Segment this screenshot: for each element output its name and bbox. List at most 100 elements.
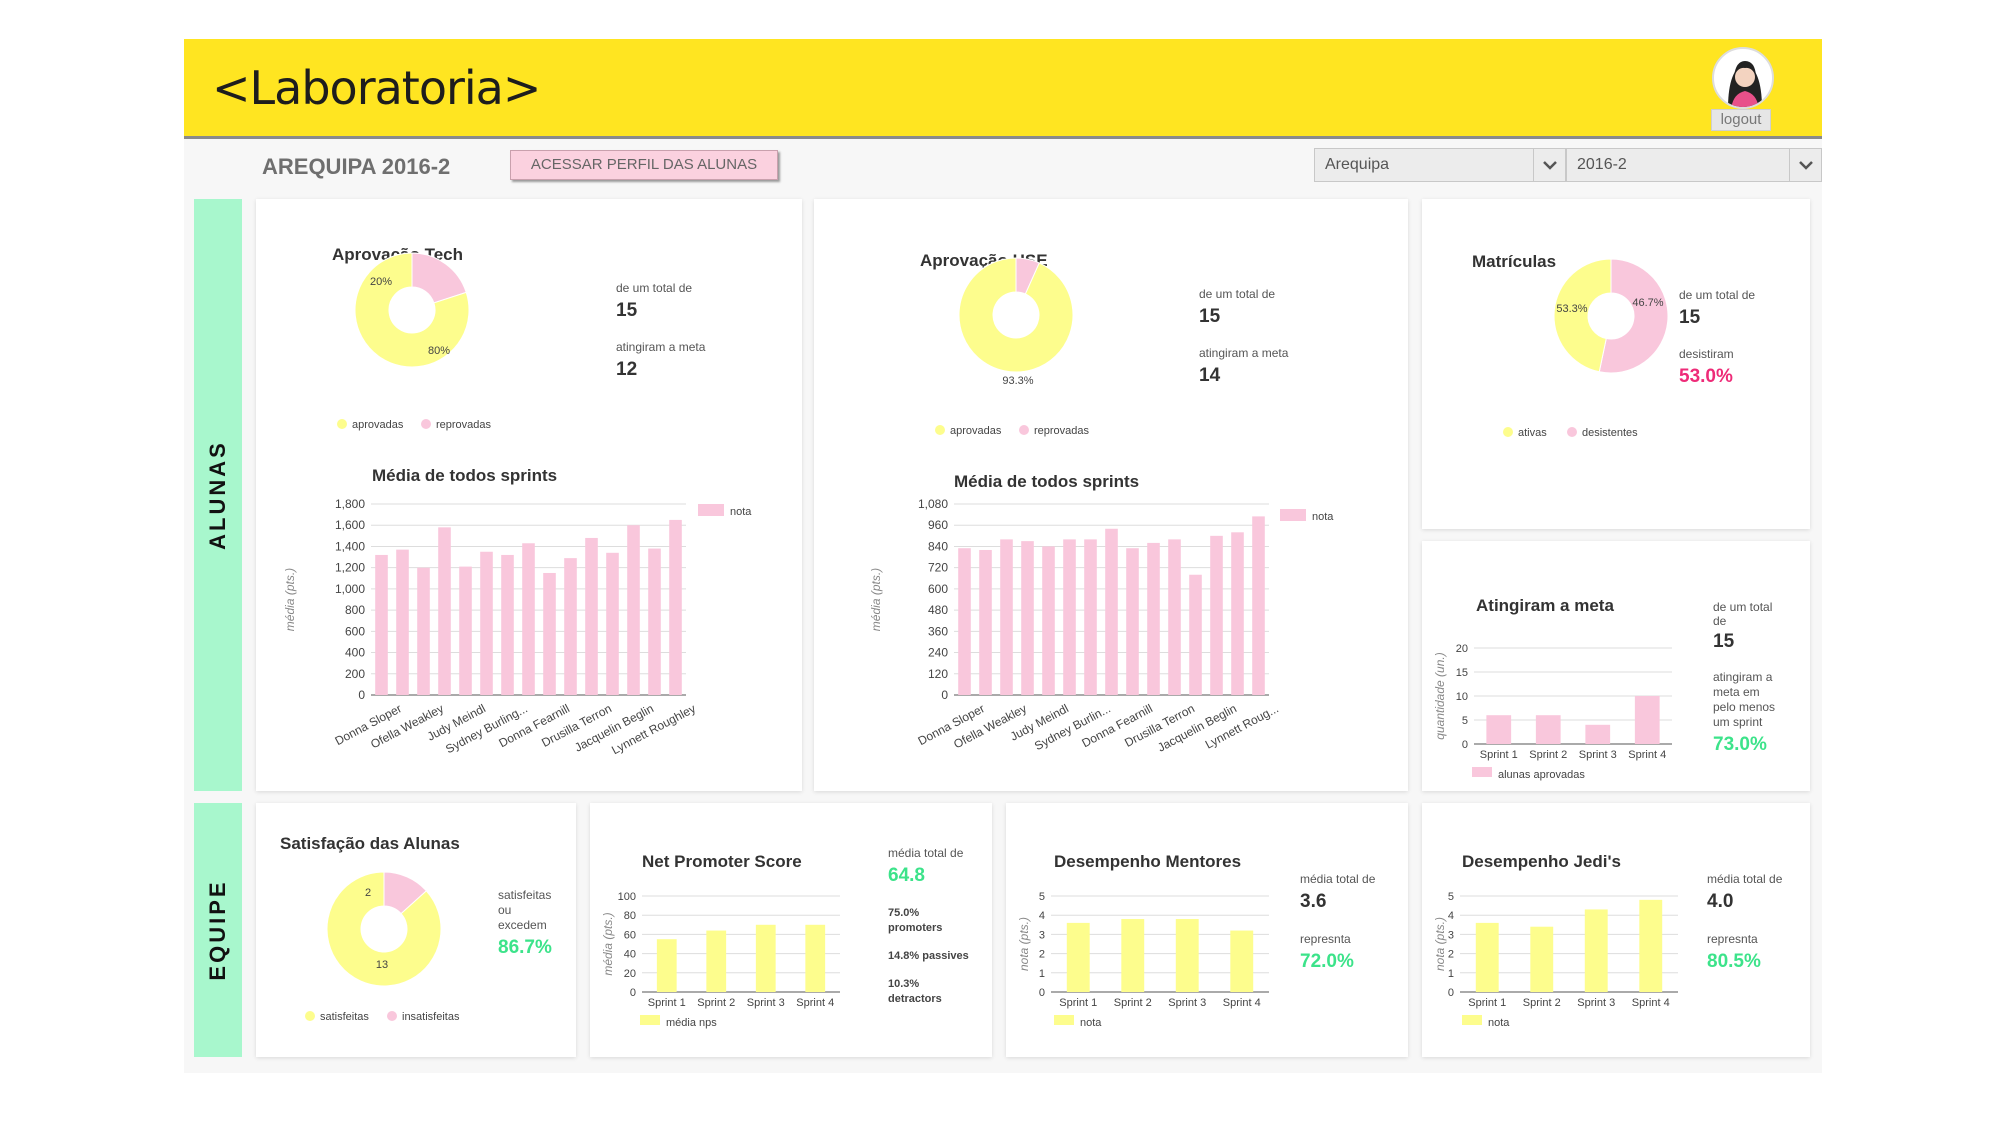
legend-label: nota: [1488, 1017, 1510, 1029]
bar: [979, 549, 992, 695]
x-tick-label: Sprint 4: [1632, 997, 1670, 1009]
bar: [706, 930, 727, 992]
card-title: Desempenho Jedi's: [1462, 852, 1621, 871]
tech-pie-chart: 80% 20%: [354, 252, 470, 368]
y-tick-label: 40: [624, 949, 636, 961]
bar: [1063, 539, 1076, 695]
legend-label: reprovadas: [1034, 425, 1090, 437]
total-value: 15: [616, 300, 638, 321]
y-tick-label: 80: [624, 910, 636, 922]
period-select-value: 2016-2: [1577, 156, 1627, 173]
dashboard: <Laboratoria> logout AREQUIPA 2016-2 ACE…: [184, 39, 1822, 1073]
avg-value: 4.0: [1707, 891, 1733, 912]
dropout-value: 53.0%: [1679, 366, 1733, 387]
goal-label: atingiram a meta: [1199, 346, 1289, 360]
pie-slice: [958, 257, 1074, 373]
legend-label: desistentes: [1582, 427, 1638, 439]
y-tick-label: 240: [928, 646, 948, 660]
chart-title: Média de todos sprints: [372, 466, 557, 485]
legend-swatch-approved: [337, 419, 347, 429]
matriculas-pie-chart: 46.7% 53.3%: [1553, 258, 1669, 374]
desc-line: meta em: [1713, 685, 1760, 699]
x-tick-label: Sprint 1: [1059, 997, 1097, 1009]
desc-line: ou: [498, 903, 511, 917]
card-aprovacao-tech: Aprovação Tech 80% 20% aprovadas reprovad…: [256, 199, 802, 791]
y-tick-label: 1,000: [335, 582, 365, 596]
pie-slice-label: 13: [376, 959, 388, 971]
bar: [1585, 724, 1611, 744]
bar: [501, 554, 514, 695]
card-title: Matrículas: [1472, 252, 1556, 271]
desc-line: pelo menos: [1713, 700, 1775, 714]
detractors-pct: 10.3%: [888, 978, 919, 990]
pie-slice-label: 20%: [370, 276, 392, 288]
x-tick-label: Sprint 3: [1168, 997, 1206, 1009]
x-tick-label: Sprint 2: [1523, 997, 1561, 1009]
card-jedi: Desempenho Jedi's 0 1 2 3 4 5 Sprint 1 Sprint 2…: [1422, 803, 1810, 1057]
desc-line: excedem: [498, 918, 547, 932]
y-tick-label: 2: [1448, 949, 1454, 961]
bar: [1175, 919, 1199, 992]
y-axis-label: nota (pts.): [1017, 917, 1031, 971]
y-tick-label: 20: [1456, 643, 1468, 655]
hse-bar-chart: 01202403604806007208409601,080Donna Slop…: [869, 497, 1334, 755]
legend-label: ativas: [1518, 427, 1547, 439]
y-tick-label: 20: [624, 968, 636, 980]
avg-value: 3.6: [1300, 891, 1326, 912]
city-select[interactable]: Arequipa: [1314, 148, 1566, 182]
y-tick-label: 0: [941, 688, 948, 702]
bar: [1634, 696, 1660, 744]
y-tick-label: 600: [345, 624, 365, 638]
goal-value: 14: [1199, 365, 1221, 386]
jedi-bar-chart: 0 1 2 3 4 5 Sprint 1 Sprint 2 Sprint 3 Sprint 4 no…: [1433, 891, 1678, 1029]
y-axis-label: média (pts.): [869, 568, 883, 631]
access-profiles-button[interactable]: ACESSAR PERFIL DAS ALUNAS: [510, 150, 778, 180]
card-title: Atingiram a meta: [1476, 596, 1614, 615]
y-axis-label: média (pts.): [601, 912, 615, 975]
legend-swatch-active: [1503, 427, 1513, 437]
rep-value: 72.0%: [1300, 951, 1354, 972]
chevron-down-icon: [1789, 149, 1821, 181]
y-tick-label: 840: [928, 539, 948, 553]
bar: [1021, 541, 1034, 695]
logout-button[interactable]: logout: [1711, 109, 1771, 131]
page-title: AREQUIPA 2016-2: [262, 154, 451, 179]
legend-label: média nps: [666, 1017, 717, 1029]
legend-swatch: [1054, 1015, 1074, 1025]
desc-line: atingiram a: [1713, 670, 1773, 684]
card-title: Desempenho Mentores: [1054, 852, 1241, 871]
y-tick-label: 0: [630, 987, 636, 999]
x-tick-label: Sprint 2: [697, 997, 735, 1009]
x-tick-label: Sprint 3: [1577, 997, 1615, 1009]
bar: [1535, 715, 1561, 744]
period-select[interactable]: 2016-2: [1566, 148, 1822, 182]
y-tick-label: 1,200: [335, 561, 365, 575]
mentores-bar-chart: 0 1 2 3 4 5 Sprint 1 Sprint 2 Sprint 3 Sprint 4 no…: [1017, 891, 1269, 1029]
y-tick-label: 2: [1039, 949, 1045, 961]
card-matriculas: Matrículas 46.7% 53.3% ativas desistentes…: [1422, 199, 1810, 529]
y-tick-label: 400: [345, 646, 365, 660]
laboratoria-logo[interactable]: <Laboratoria>: [212, 61, 541, 115]
bar: [459, 566, 472, 695]
x-tick-label: Sprint 1: [648, 997, 686, 1009]
y-tick-label: 800: [345, 603, 365, 617]
promoters-pct: 75.0%: [888, 907, 919, 919]
bar: [438, 527, 451, 695]
bar: [1147, 542, 1160, 695]
meta-bar-chart: 0 5 10 15 20 Sprint 1 Sprint 2 Sprint 3 Sprint 4…: [1433, 643, 1672, 781]
y-axis-label: nota (pts.): [1433, 917, 1447, 971]
total-label: de um total de: [616, 281, 692, 295]
goal-label: atingiram a meta: [616, 340, 706, 354]
y-tick-label: 120: [928, 667, 948, 681]
bar: [1475, 922, 1499, 992]
legend-swatch: [1280, 509, 1306, 521]
bar: [958, 548, 971, 695]
bar: [1121, 919, 1145, 992]
card-satisfacao: Satisfação das Alunas 13 2 satisfeitas in…: [256, 803, 576, 1057]
bar: [627, 525, 640, 695]
detractors-label: detractors: [888, 993, 942, 1005]
satisfacao-pie-chart: 13 2: [326, 871, 442, 987]
pie-slice-label: 93.3%: [1002, 375, 1033, 387]
total-label: de: [1713, 614, 1727, 628]
user-avatar-icon[interactable]: [1712, 47, 1774, 109]
